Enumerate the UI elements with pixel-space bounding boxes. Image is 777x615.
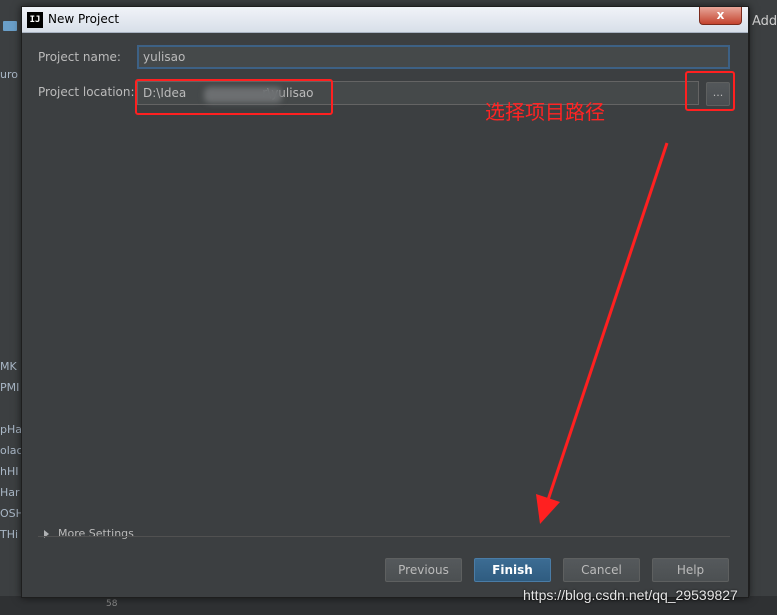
watermark: https://blog.csdn.net/qq_29539827 (523, 587, 738, 603)
annotation-arrow-icon (536, 142, 669, 524)
